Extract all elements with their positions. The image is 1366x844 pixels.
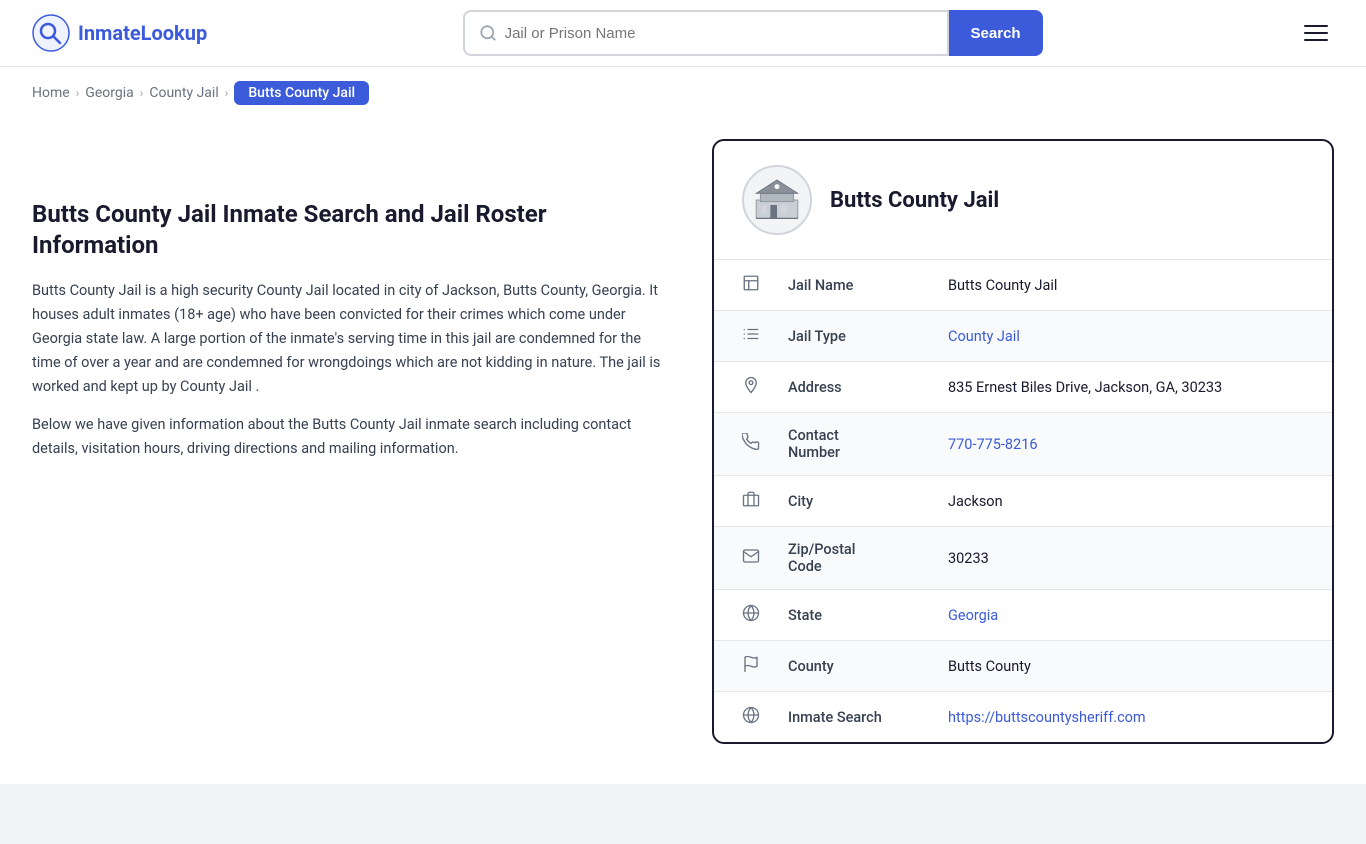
breadcrumb-chevron-1: › bbox=[76, 86, 80, 100]
table-row: Address 835 Ernest Biles Drive, Jackson,… bbox=[714, 362, 1332, 413]
search-wrapper bbox=[463, 10, 949, 56]
left-panel: Butts County Jail Inmate Search and Jail… bbox=[32, 139, 672, 744]
search-button[interactable]: Search bbox=[949, 10, 1043, 56]
zip-icon-cell bbox=[714, 527, 760, 590]
description-paragraph-1: Butts County Jail is a high security Cou… bbox=[32, 279, 672, 399]
city-value: Jackson bbox=[920, 476, 1332, 527]
inmate-search-label: Inmate Search bbox=[760, 692, 920, 743]
inmate-search-value: https://buttscountysheriff.com bbox=[920, 692, 1332, 743]
search-icon bbox=[479, 24, 497, 42]
zip-value: 30233 bbox=[920, 527, 1332, 590]
zip-label: Zip/Postal Code bbox=[760, 527, 920, 590]
address-icon-cell bbox=[714, 362, 760, 413]
main-container: Butts County Jail Inmate Search and Jail… bbox=[0, 119, 1366, 784]
breadcrumb-chevron-3: › bbox=[225, 86, 229, 100]
right-panel: Butts County Jail Jail Name Butts County… bbox=[712, 139, 1334, 744]
hamburger-line-3 bbox=[1304, 39, 1328, 41]
building-icon bbox=[742, 274, 760, 292]
table-row: Jail Type County Jail bbox=[714, 311, 1332, 362]
table-row: County Butts County bbox=[714, 641, 1332, 692]
jail-name-value: Butts County Jail bbox=[920, 260, 1332, 311]
footer-bar bbox=[0, 784, 1366, 844]
contact-label: Contact Number bbox=[760, 413, 920, 476]
state-icon-cell bbox=[714, 590, 760, 641]
info-card-header: Butts County Jail bbox=[714, 141, 1332, 260]
address-label: Address bbox=[760, 362, 920, 413]
list-icon bbox=[742, 325, 760, 343]
contact-value: 770-775-8216 bbox=[920, 413, 1332, 476]
globe-icon bbox=[742, 604, 760, 622]
breadcrumb: Home › Georgia › County Jail › Butts Cou… bbox=[0, 67, 1366, 119]
info-table: Jail Name Butts County Jail Jail Type bbox=[714, 260, 1332, 742]
jail-type-icon-cell bbox=[714, 311, 760, 362]
county-label: County bbox=[760, 641, 920, 692]
courthouse-icon bbox=[752, 175, 802, 225]
phone-link[interactable]: 770-775-8216 bbox=[948, 436, 1038, 453]
county-icon-cell bbox=[714, 641, 760, 692]
breadcrumb-georgia[interactable]: Georgia bbox=[85, 85, 133, 101]
state-value: Georgia bbox=[920, 590, 1332, 641]
address-value: 835 Ernest Biles Drive, Jackson, GA, 302… bbox=[920, 362, 1332, 413]
table-row: City Jackson bbox=[714, 476, 1332, 527]
info-card: Butts County Jail Jail Name Butts County… bbox=[712, 139, 1334, 744]
page-title: Butts County Jail Inmate Search and Jail… bbox=[32, 199, 672, 261]
jail-name-icon-cell bbox=[714, 260, 760, 311]
state-label: State bbox=[760, 590, 920, 641]
jail-type-label: Jail Type bbox=[760, 311, 920, 362]
jail-name-label: Jail Name bbox=[760, 260, 920, 311]
table-row: Inmate Search https://buttscountysheriff… bbox=[714, 692, 1332, 743]
hamburger-line-2 bbox=[1304, 32, 1328, 34]
city-icon bbox=[742, 490, 760, 508]
breadcrumb-county-jail[interactable]: County Jail bbox=[149, 85, 218, 101]
city-icon-cell bbox=[714, 476, 760, 527]
hamburger-menu-button[interactable] bbox=[1298, 19, 1334, 47]
mail-icon bbox=[742, 547, 760, 565]
table-row: Jail Name Butts County Jail bbox=[714, 260, 1332, 311]
description-paragraph-2: Below we have given information about th… bbox=[32, 413, 672, 461]
phone-icon-cell bbox=[714, 413, 760, 476]
breadcrumb-current: Butts County Jail bbox=[234, 81, 369, 105]
breadcrumb-chevron-2: › bbox=[140, 86, 144, 100]
county-value: Butts County bbox=[920, 641, 1332, 692]
jail-type-link[interactable]: County Jail bbox=[948, 328, 1020, 345]
inmate-search-link[interactable]: https://buttscountysheriff.com bbox=[948, 709, 1146, 726]
table-row: State Georgia bbox=[714, 590, 1332, 641]
phone-icon bbox=[742, 433, 760, 451]
flag-icon bbox=[742, 655, 760, 673]
header: InmateLookup Search bbox=[0, 0, 1366, 67]
logo-text: InmateLookup bbox=[78, 21, 207, 45]
table-row: Zip/Postal Code 30233 bbox=[714, 527, 1332, 590]
hamburger-line-1 bbox=[1304, 25, 1328, 27]
jail-avatar bbox=[742, 165, 812, 235]
state-link[interactable]: Georgia bbox=[948, 607, 998, 624]
web-icon bbox=[742, 706, 760, 724]
location-icon bbox=[742, 376, 760, 394]
table-row: Contact Number 770-775-8216 bbox=[714, 413, 1332, 476]
inmate-search-icon-cell bbox=[714, 692, 760, 743]
search-area: Search bbox=[463, 10, 1043, 56]
logo-icon bbox=[32, 14, 70, 52]
city-label: City bbox=[760, 476, 920, 527]
info-card-title: Butts County Jail bbox=[830, 188, 999, 213]
logo-link[interactable]: InmateLookup bbox=[32, 14, 207, 52]
breadcrumb-home[interactable]: Home bbox=[32, 85, 70, 101]
jail-type-value: County Jail bbox=[920, 311, 1332, 362]
search-input[interactable] bbox=[505, 25, 933, 42]
